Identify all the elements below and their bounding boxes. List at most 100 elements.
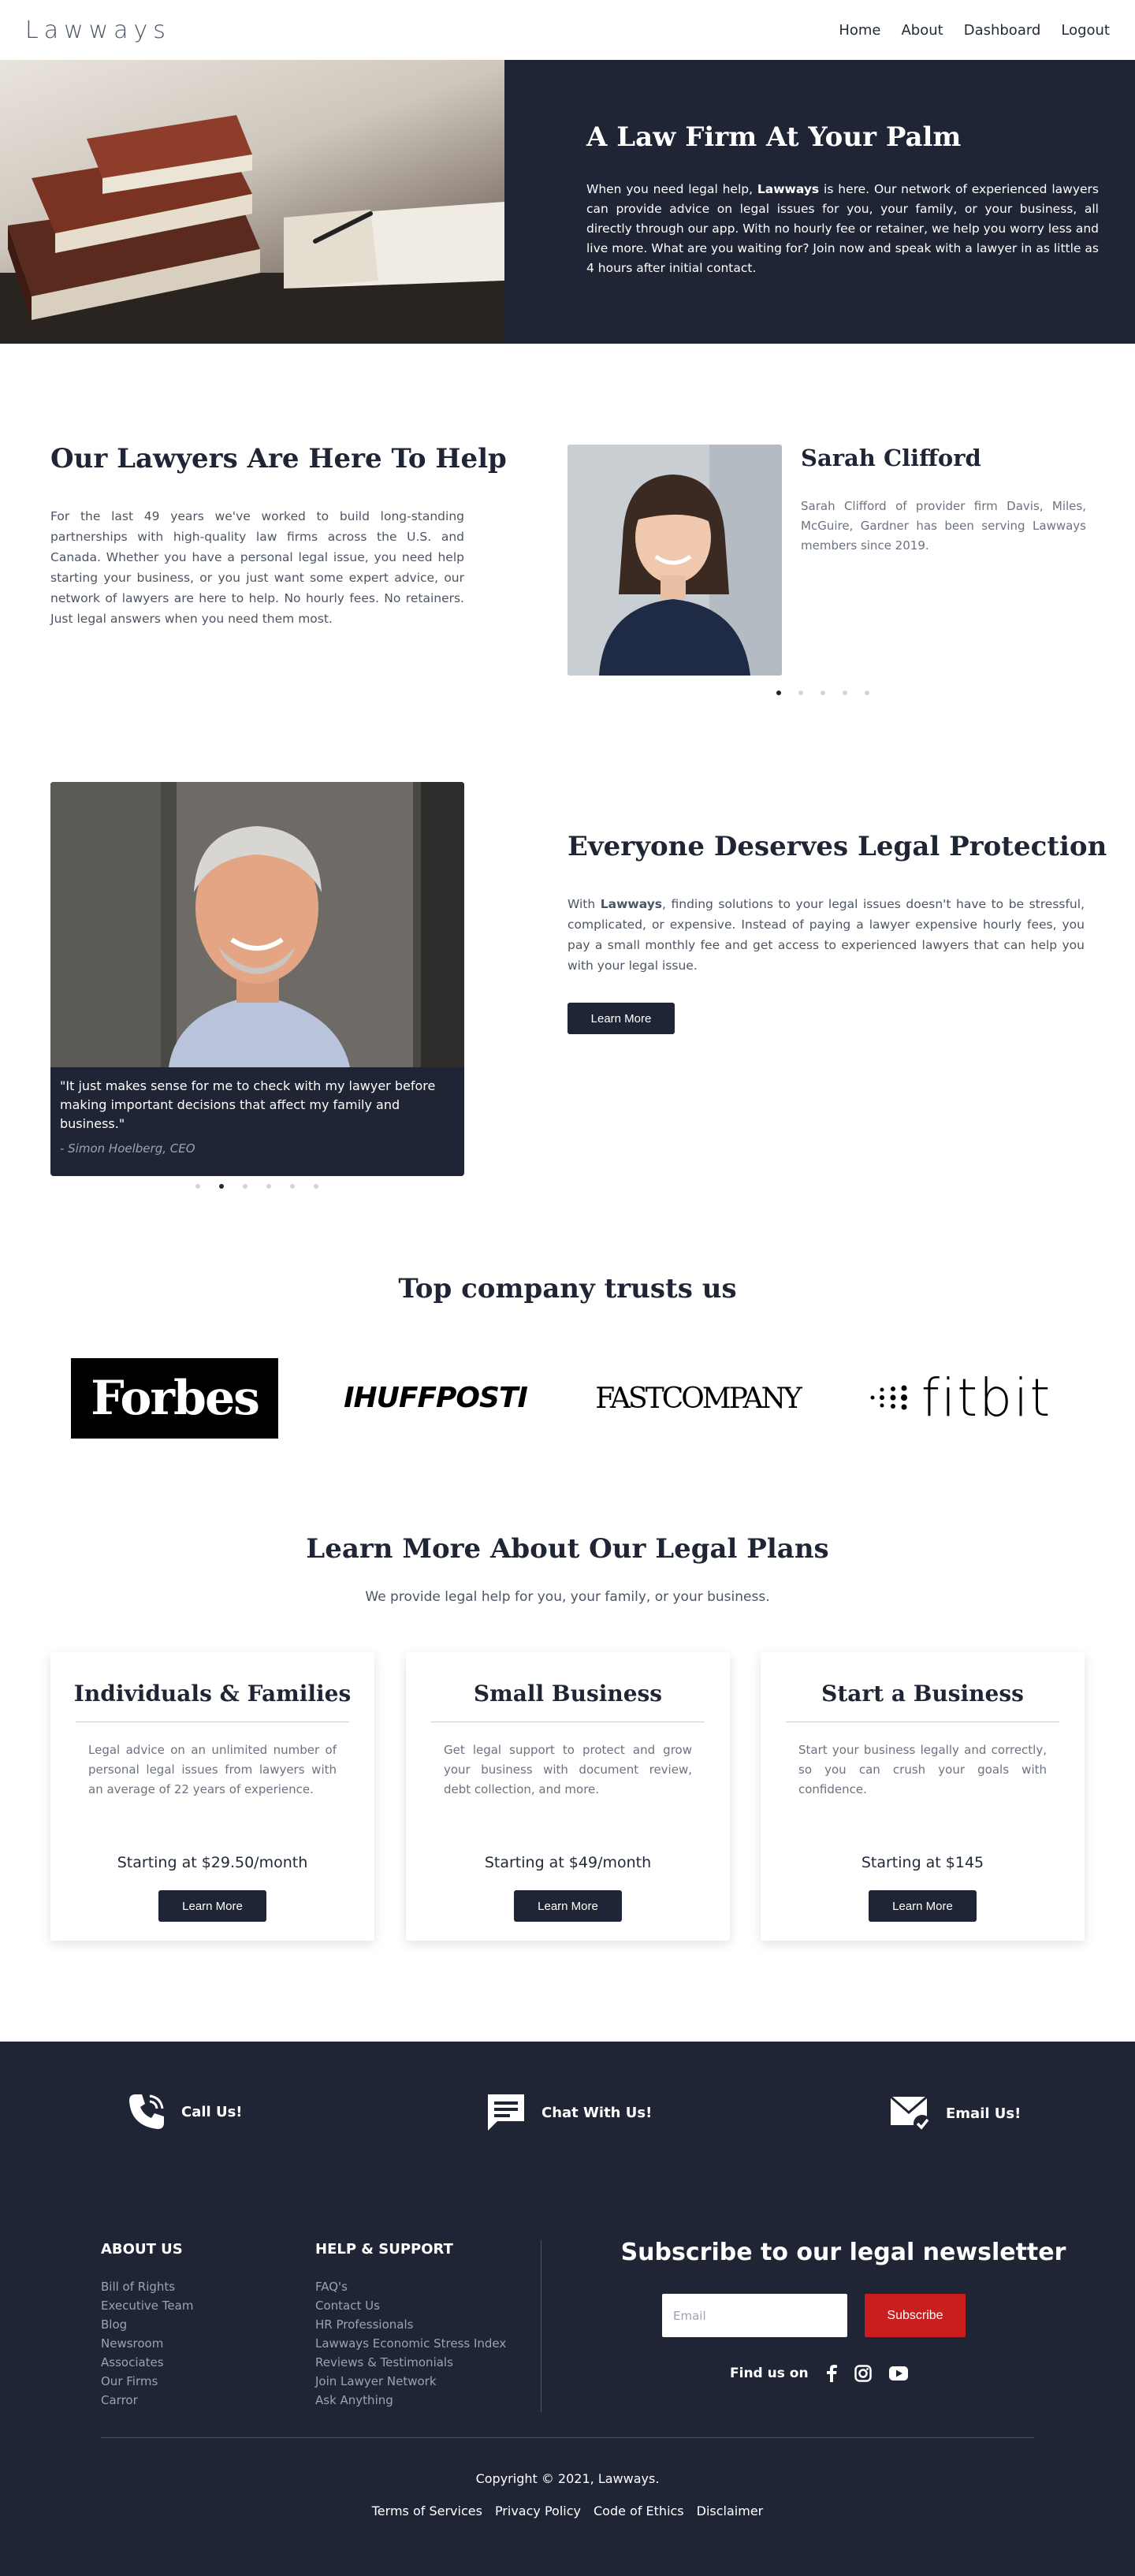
lawyer-bio: Sarah Clifford of provider firm Davis, M… — [801, 499, 1086, 553]
plan-description: Legal advice on an unlimited number of p… — [88, 1743, 337, 1796]
footer-link[interactable]: HR Professionals — [315, 2317, 506, 2332]
plan-description: Get legal support to protect and grow yo… — [444, 1743, 692, 1796]
nav-link-home[interactable]: Home — [839, 22, 880, 39]
plan-learn-more-button[interactable]: Learn More — [869, 1890, 977, 1922]
forbes-logo: Forbes — [71, 1358, 278, 1439]
footer-link[interactable]: Newsroom — [101, 2336, 193, 2351]
plan-title: Small Business — [473, 1681, 663, 1707]
footer-link[interactable]: FAQ's — [315, 2280, 506, 2294]
lawyer-name: Sarah Clifford — [801, 445, 981, 471]
testimonial-quote: "It just makes sense for me to check wit… — [60, 1078, 436, 1131]
phone-icon — [129, 2094, 164, 2129]
footer-link[interactable]: Ask Anything — [315, 2393, 506, 2407]
hero-description: When you need legal help, Lawways is her… — [586, 180, 1099, 278]
hero-books-image — [0, 60, 504, 344]
contact-email-label: Email Us! — [946, 2105, 1022, 2122]
carousel-dot[interactable] — [776, 691, 781, 695]
testimonial-author: - Simon Hoelberg, CEO — [60, 1141, 195, 1156]
trust-title: Top company trusts us — [398, 1273, 737, 1305]
footer-link[interactable]: Join Lawyer Network — [315, 2374, 506, 2388]
footer-link[interactable]: Carror — [101, 2393, 193, 2407]
carousel-dot[interactable] — [266, 1184, 271, 1189]
contact-call-label: Call Us! — [181, 2103, 243, 2120]
testimonial-card: "It just makes sense for me to check wit… — [50, 782, 464, 1176]
copyright-text: Copyright © 2021, Lawways. — [475, 2471, 660, 2486]
nav-link-logout[interactable]: Logout — [1061, 22, 1110, 39]
fitbit-dots-icon — [870, 1385, 907, 1410]
huffpost-logo: IHUFFPOSTI — [344, 1381, 528, 1414]
carousel-dot[interactable] — [219, 1184, 224, 1189]
carousel-dot[interactable] — [798, 691, 803, 695]
fastcompany-logo: FASTCOMPANY — [595, 1382, 802, 1415]
legal-links: Terms of Services Privacy Policy Code of… — [0, 2503, 1135, 2518]
nav-link-about[interactable]: About — [901, 22, 943, 39]
carousel-dot[interactable] — [843, 691, 847, 695]
youtube-icon[interactable] — [888, 2366, 908, 2381]
lawyer-carousel-dots — [776, 691, 869, 695]
plan-title: Start a Business — [821, 1681, 1024, 1707]
protection-text-brand: Lawways — [600, 897, 663, 911]
fitbit-wordmark: fitbit — [921, 1367, 1052, 1428]
subscribe-button[interactable]: Subscribe — [865, 2294, 966, 2337]
footer-link[interactable]: Associates — [101, 2355, 193, 2369]
hero-text-brand: Lawways — [757, 182, 820, 196]
learn-more-button[interactable]: Learn More — [568, 1003, 675, 1034]
help-heading: HELP & SUPPORT — [315, 2241, 453, 2258]
footer-link[interactable]: Blog — [101, 2317, 193, 2332]
brand-logo[interactable]: Lawways — [25, 17, 171, 44]
plan-learn-more-button[interactable]: Learn More — [514, 1890, 622, 1922]
footer-link[interactable]: Our Firms — [101, 2374, 193, 2388]
contact-chat-label: Chat With Us! — [541, 2104, 653, 2121]
plans-subtitle: We provide legal help for you, your fami… — [365, 1589, 770, 1605]
plan-learn-more-button[interactable]: Learn More — [158, 1890, 266, 1922]
protection-description: With Lawways, finding solutions to your … — [568, 894, 1085, 976]
carousel-dot[interactable] — [314, 1184, 318, 1189]
about-heading: ABOUT US — [101, 2241, 183, 2258]
legal-link-privacy[interactable]: Privacy Policy — [495, 2503, 581, 2518]
contact-email[interactable]: Email Us! — [889, 2094, 1021, 2133]
carousel-dot[interactable] — [195, 1184, 200, 1189]
newsletter-title: Subscribe to our legal newsletter — [620, 2239, 1066, 2266]
plan-price: Starting at $29.50/month — [117, 1854, 308, 1871]
contact-call[interactable]: Call Us! — [126, 2091, 243, 2132]
plan-card-start-business: Start a Business Start your business leg… — [761, 1652, 1085, 1941]
nav-link-dashboard[interactable]: Dashboard — [964, 22, 1041, 39]
footer-link[interactable]: Executive Team — [101, 2299, 193, 2313]
carousel-dot[interactable] — [865, 691, 869, 695]
find-us-label: Find us on — [730, 2366, 809, 2381]
protection-text-start: With — [568, 897, 601, 911]
footer-link[interactable]: Lawways Economic Stress Index — [315, 2336, 506, 2351]
plan-price: Starting at $145 — [861, 1854, 984, 1871]
testimonial-carousel-dots — [195, 1184, 318, 1189]
legal-link-disclaimer[interactable]: Disclaimer — [697, 2503, 764, 2518]
email-check-icon — [890, 2095, 931, 2132]
legal-link-terms[interactable]: Terms of Services — [372, 2503, 482, 2518]
plan-card-individuals: Individuals & Families Legal advice on a… — [50, 1652, 374, 1941]
newsletter-email-input[interactable] — [662, 2294, 847, 2337]
about-links: Bill of Rights Executive Team Blog Newsr… — [101, 2280, 193, 2407]
chat-icon — [488, 2094, 524, 2131]
contact-chat[interactable]: Chat With Us! — [485, 2091, 652, 2134]
fitbit-logo: fitbit — [855, 1368, 1064, 1428]
carousel-dot[interactable] — [290, 1184, 295, 1189]
facebook-icon[interactable] — [826, 2365, 837, 2382]
plan-description: Start your business legally and correctl… — [798, 1743, 1047, 1796]
testimonial-photo — [50, 782, 464, 1067]
plans-title: Learn More About Our Legal Plans — [306, 1533, 829, 1565]
hero-panel: A Law Firm At Your Palm When you need le… — [504, 60, 1135, 344]
lawyers-description: For the last 49 years we've worked to bu… — [50, 509, 464, 626]
plan-title: Individuals & Families — [73, 1681, 352, 1707]
footer-link[interactable]: Reviews & Testimonials — [315, 2355, 506, 2369]
legal-link-ethics[interactable]: Code of Ethics — [594, 2503, 684, 2518]
help-links: FAQ's Contact Us HR Professionals Lawway… — [315, 2280, 506, 2407]
social-links: Find us on — [730, 2365, 908, 2382]
footer-link[interactable]: Contact Us — [315, 2299, 506, 2313]
hero-text-start: When you need legal help, — [586, 182, 757, 196]
carousel-dot[interactable] — [821, 691, 825, 695]
lawyer-photo — [568, 445, 782, 676]
footer-link[interactable]: Bill of Rights — [101, 2280, 193, 2294]
instagram-icon[interactable] — [854, 2365, 872, 2382]
hero-title: A Law Firm At Your Palm — [586, 121, 962, 153]
carousel-dot[interactable] — [243, 1184, 247, 1189]
plan-card-small-business: Small Business Get legal support to prot… — [406, 1652, 730, 1941]
